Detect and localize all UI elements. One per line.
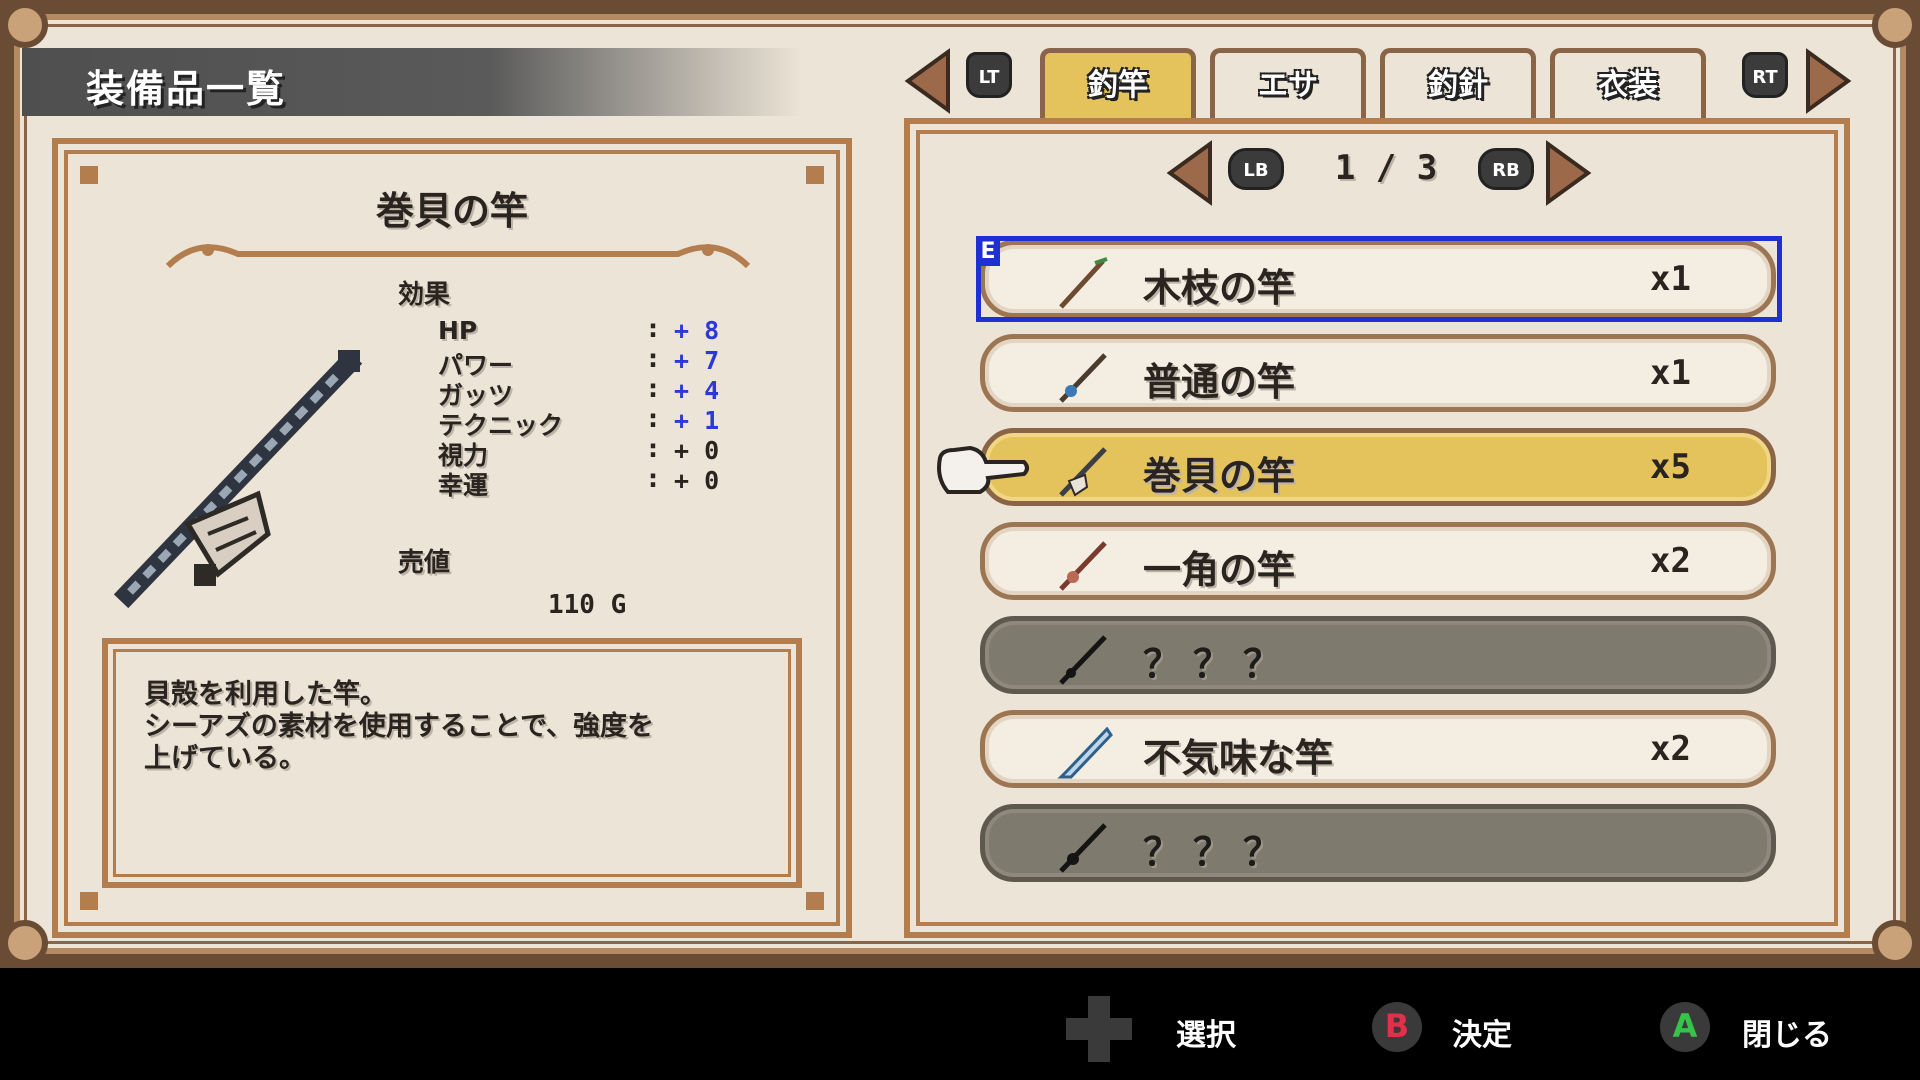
list-item-horn-rod[interactable]: 一角の竿 x2 [980, 522, 1776, 600]
horn-rod-icon [1059, 541, 1107, 591]
tab-outfit[interactable]: 衣装 [1550, 48, 1706, 120]
equipped-highlight [976, 236, 1782, 322]
list-item-name: 普通の竿 [1143, 360, 1296, 404]
title-bar: 装備品一覧 [22, 48, 802, 116]
effect-label: 効果 [398, 280, 451, 310]
list-item-qty: x1 [1650, 353, 1691, 393]
price-label: 売値 [398, 548, 451, 578]
stat-row-technique: テクニック : + 1 [438, 404, 720, 440]
pointing-hand-cursor-icon [937, 445, 1029, 494]
stat-value: + 7 [674, 346, 720, 375]
panel-corner-square [80, 892, 98, 910]
rt-trigger-icon: RT [1742, 52, 1788, 98]
page-next-arrow-icon[interactable] [1544, 140, 1592, 206]
hint-close-label: 閉じる [1742, 1018, 1832, 1053]
item-name-heading: 巻貝の竿 [375, 189, 528, 233]
list-item-unknown[interactable]: ？？？ [980, 616, 1776, 694]
shell-rod-icon [1059, 447, 1107, 497]
eerie-rod-icon [1057, 726, 1113, 779]
frame-corner-ornament [1872, 920, 1918, 966]
description-box: 貝殻を利用した竿。 シーアズの素材を使用することで、強度を 上げている。 [102, 638, 802, 888]
stat-value: + 0 [674, 466, 720, 495]
list-item-name: ？？？ [1143, 830, 1294, 874]
price-value: 110 G [548, 590, 627, 620]
list-item-shell-rod[interactable]: 巻貝の竿 x5 [980, 428, 1776, 506]
dpad-icon [1066, 996, 1132, 1062]
stat-value: + 0 [674, 436, 720, 465]
stat-name: HP [438, 316, 478, 345]
frame-corner-ornament [1872, 2, 1918, 48]
frame-corner-ornament [2, 2, 48, 48]
stat-row-vision: 視力 : + 0 [438, 434, 720, 470]
stat-row-power: パワー : + 7 [438, 344, 720, 380]
item-detail-panel: 巻貝の竿 効果 HP : + 8 パワー : + 7 ガッツ : + 4 テクニ… [52, 138, 852, 938]
page-prev-arrow-icon[interactable] [1166, 140, 1214, 206]
list-item-name: ？？？ [1143, 642, 1294, 686]
page-title: 装備品一覧 [86, 67, 287, 111]
b-button-icon: B [1372, 1002, 1422, 1052]
tab-next-arrow-icon[interactable] [1804, 48, 1852, 114]
description-line: 上げている。 [144, 743, 306, 774]
list-item-name: 一角の竿 [1143, 548, 1296, 592]
tab-prev-arrow-icon[interactable] [904, 48, 952, 114]
unknown-rod-icon [1059, 823, 1107, 873]
hint-confirm-label: 決定 [1452, 1018, 1512, 1053]
unknown-rod-icon [1059, 635, 1107, 685]
stat-name: 幸運 [438, 471, 489, 500]
stat-row-luck: 幸運 : + 0 [438, 464, 720, 500]
list-item-name: 不気味な竿 [1143, 736, 1334, 780]
list-item-unknown[interactable]: ？？？ [980, 804, 1776, 882]
panel-corner-square [806, 892, 824, 910]
list-item-qty: x5 [1650, 447, 1691, 487]
list-item-qty: x2 [1650, 541, 1691, 581]
stat-value: + 4 [674, 376, 720, 405]
divider-ornament [165, 244, 751, 269]
stat-value: + 1 [674, 406, 720, 435]
list-item-qty: x2 [1650, 729, 1691, 769]
frame-corner-ornament [2, 920, 48, 966]
hint-select-label: 選択 [1176, 1018, 1236, 1053]
stat-row-hp: HP : + 8 [438, 314, 720, 345]
shell-rod-icon [113, 349, 363, 609]
page-indicator: 1 / 3 [1334, 148, 1438, 188]
list-item-eerie-rod[interactable]: 不気味な竿 x2 [980, 710, 1776, 788]
lb-bumper-icon: LB [1228, 148, 1284, 190]
tab-hook[interactable]: 釣針 [1380, 48, 1536, 120]
stat-value: + 8 [674, 316, 720, 345]
a-button-icon: A [1660, 1002, 1710, 1052]
tab-rod[interactable]: 釣竿 [1040, 48, 1196, 120]
equipped-marker: E [976, 238, 1000, 266]
rb-bumper-icon: RB [1478, 148, 1534, 190]
list-item-name: 巻貝の竿 [1143, 454, 1296, 498]
lt-trigger-icon: LT [966, 52, 1012, 98]
button-hint-bar [0, 968, 1920, 1080]
basic-rod-icon [1059, 353, 1107, 403]
stat-row-guts: ガッツ : + 4 [438, 374, 720, 410]
list-item-basic-rod[interactable]: 普通の竿 x1 [980, 334, 1776, 412]
tab-bait[interactable]: エサ [1210, 48, 1366, 120]
